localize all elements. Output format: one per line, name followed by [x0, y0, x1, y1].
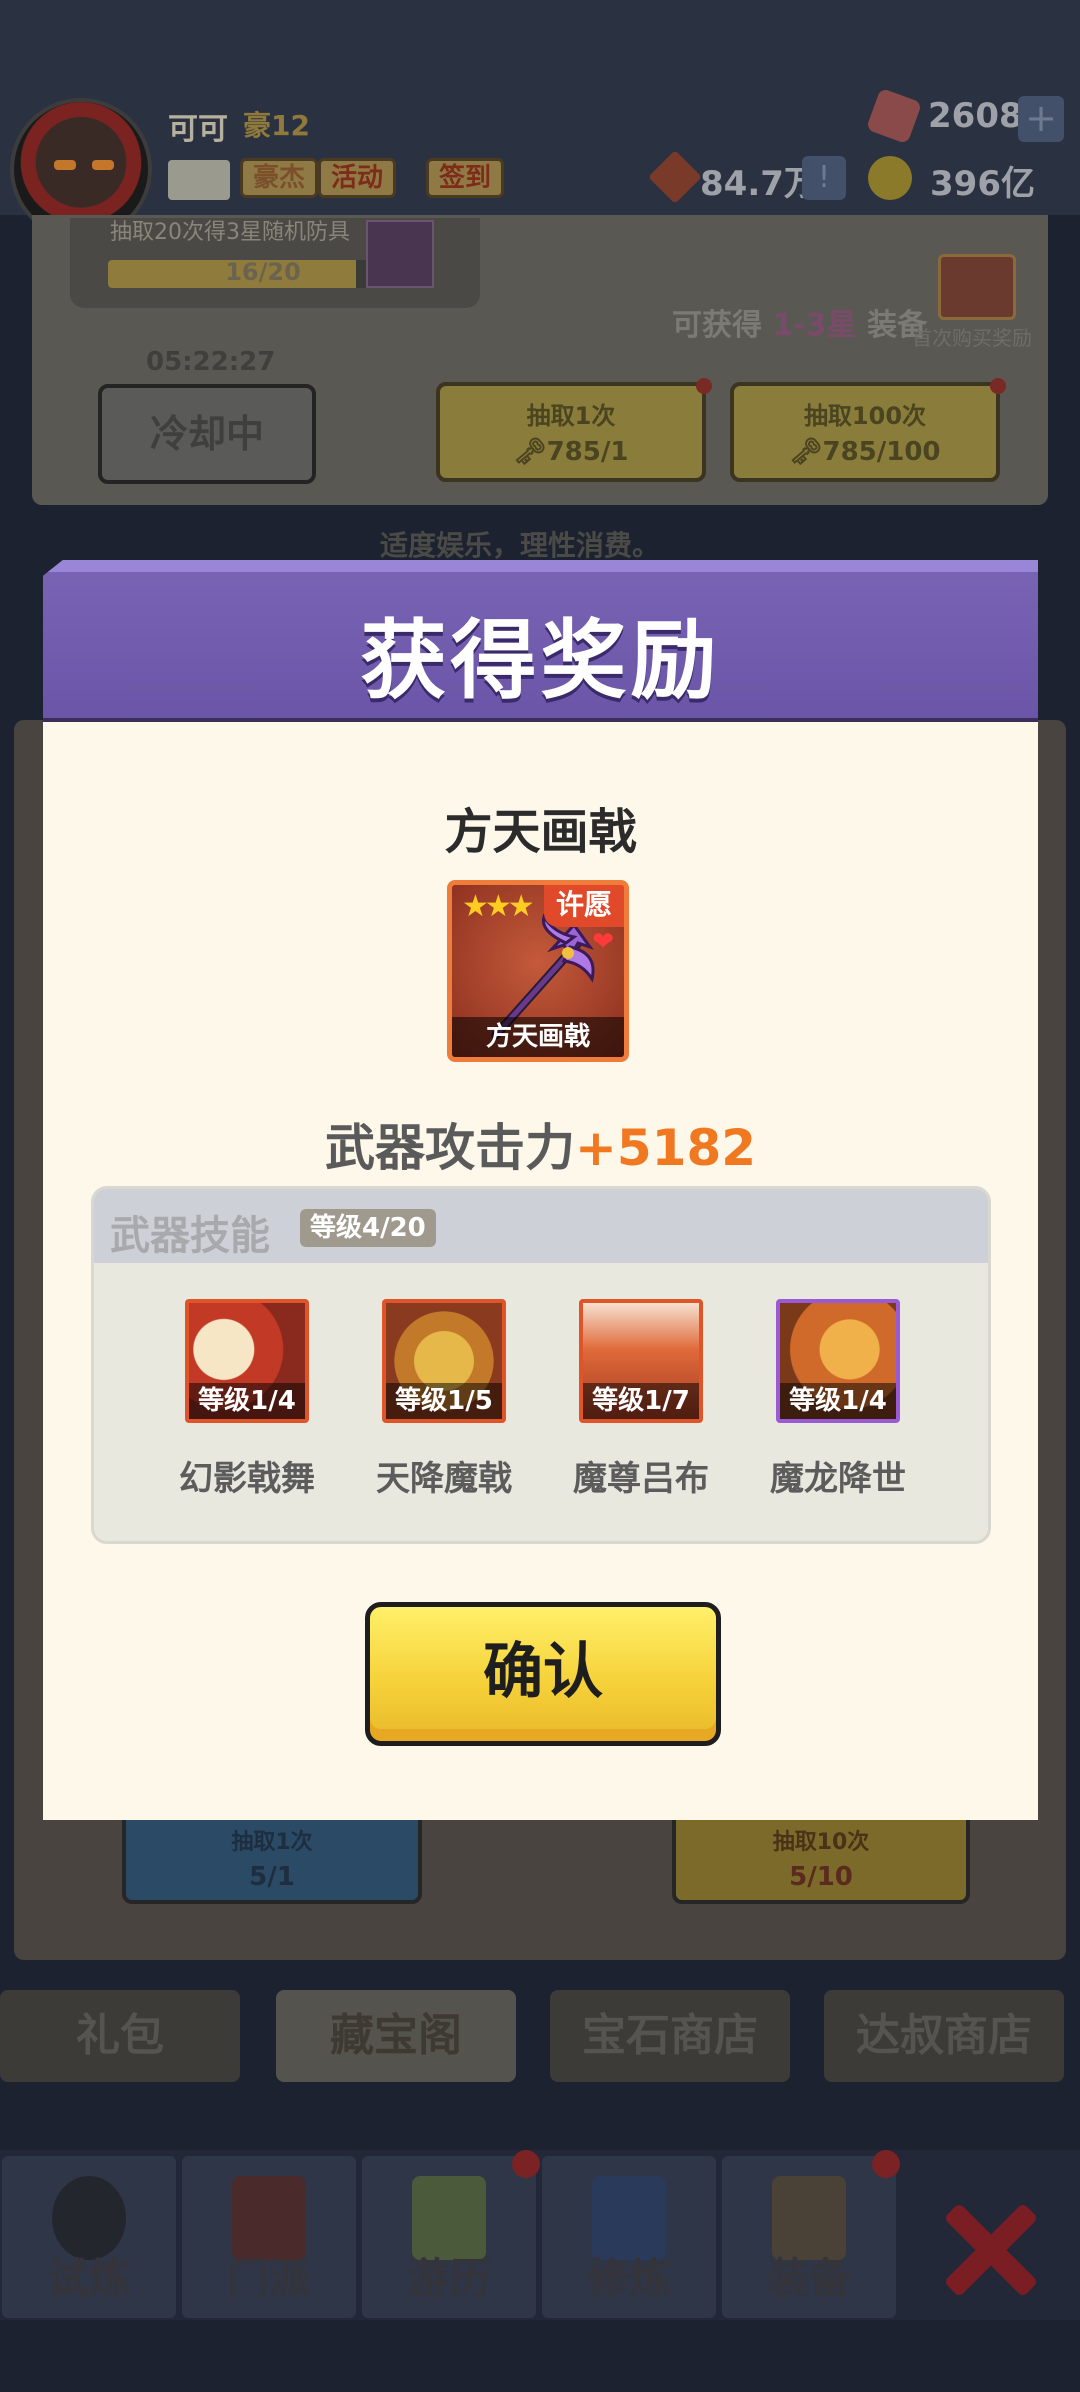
skill-name: 魔龙降世	[770, 1459, 906, 1499]
nav-trial[interactable]: 试炼	[2, 2156, 176, 2318]
gold-coin-icon	[868, 156, 912, 200]
obtain-prefix: 可获得	[672, 308, 773, 343]
progress-label: 抽取20次得3星随机防具	[110, 220, 350, 245]
attack-bonus: +5182	[574, 1119, 757, 1177]
skill-level: 等级1/4	[189, 1383, 305, 1419]
lower-draw-one-button[interactable]: 抽取1次 5/1	[122, 1808, 422, 1904]
cooldown-timer: 05:22:27	[146, 347, 276, 377]
notification-dot	[512, 2150, 540, 2178]
lower-draw-one-cost: 5/1	[249, 1862, 295, 1892]
obtain-star-range: 1-3星	[772, 308, 857, 343]
attack-stat: 武器攻击力+5182	[43, 1108, 1038, 1180]
skill-name: 魔尊吕布	[573, 1459, 709, 1499]
draw-one-cost: 🗝785/1	[513, 437, 629, 467]
modal-title: 获得奖励	[360, 611, 721, 711]
obtain-text: 可获得 1-3星 装备	[672, 300, 927, 344]
skill-item[interactable]: 等级1/7 魔尊吕布	[556, 1299, 726, 1500]
nav-equipment[interactable]: 装备	[722, 2150, 900, 2318]
draw-hundred-label: 抽取100次	[803, 402, 927, 430]
power-value: 84.7万	[700, 164, 818, 204]
player-name: 可可	[168, 112, 228, 147]
cooldown-button[interactable]: 冷却中	[98, 384, 316, 484]
item-card[interactable]: ★★★ 许愿 ❤ 方天画戟	[447, 880, 629, 1062]
lower-draw-ten-button[interactable]: 抽取10次 5/10	[672, 1808, 970, 1904]
skills-header: 武器技能 等级4/20	[94, 1189, 988, 1263]
attack-label: 武器攻击力	[324, 1119, 575, 1177]
skill-level: 等级1/7	[583, 1383, 699, 1419]
modal-header: 获得奖励	[43, 560, 1038, 718]
gem-count: 2608	[928, 96, 1023, 136]
nav-travel[interactable]: 游历	[362, 2150, 540, 2318]
skill-descending-halberd-icon: 等级1/5	[382, 1299, 506, 1423]
wish-tag[interactable]: 许愿	[544, 885, 624, 927]
player-rank: 豪12	[243, 109, 310, 142]
avatar-eye	[92, 160, 114, 170]
skills-title: 武器技能	[110, 1213, 270, 1259]
nav-travel-label: 游历	[406, 2254, 491, 2303]
skill-item[interactable]: 等级1/5 天降魔戟	[359, 1299, 529, 1500]
checkin-button[interactable]: 签到	[426, 158, 505, 198]
nav-cultivate-label: 修炼	[586, 2254, 671, 2303]
tab-gem-shop[interactable]: 宝石商店	[550, 1990, 790, 2082]
item-card-label: 方天画戟	[452, 1017, 624, 1057]
nav-sect[interactable]: 门派	[182, 2156, 356, 2318]
lower-draw-ten-cost: 5/10	[789, 1862, 853, 1892]
tab-treasure-pavilion[interactable]: 藏宝阁	[276, 1990, 516, 2082]
skill-level: 等级1/4	[780, 1383, 896, 1419]
first-purchase-reward-label: 首次购买奖励	[912, 326, 1032, 350]
skill-phantom-dance-icon: 等级1/4	[185, 1299, 309, 1423]
nav-equipment-label: 装备	[766, 2254, 851, 2303]
item-name: 方天画戟	[444, 804, 637, 860]
weapon-skills-panel: 武器技能 等级4/20 等级1/4 幻影戟舞 等级1/5 天降魔戟 等级1/7 …	[91, 1186, 991, 1544]
skill-demon-lubu-icon: 等级1/7	[579, 1299, 703, 1423]
mystery-reward-icon[interactable]	[366, 220, 434, 288]
draw-one-label: 抽取1次	[526, 402, 616, 430]
notification-dot	[872, 2150, 900, 2178]
skill-level: 等级1/5	[386, 1383, 502, 1419]
notification-dot	[990, 378, 1006, 394]
skill-name: 天降魔戟	[376, 1459, 512, 1499]
close-icon[interactable]	[940, 2200, 1040, 2300]
add-gems-button[interactable]: +	[1018, 96, 1064, 142]
power-info-button[interactable]: !	[802, 156, 846, 200]
hero-button[interactable]: 豪杰	[240, 158, 319, 198]
nav-trial-label: 试炼	[46, 2254, 131, 2303]
mail-icon[interactable]	[168, 160, 230, 200]
lower-draw-ten-label: 抽取10次	[772, 1830, 870, 1855]
heart-icon: ❤	[592, 927, 614, 957]
tab-dashu-shop[interactable]: 达叔商店	[824, 1990, 1064, 2082]
reward-modal: 获得奖励 方天画戟 ★★★ 许愿 ❤ 方天画戟 武器攻击力+5182 武器技能 …	[43, 560, 1038, 1820]
nav-sect-label: 门派	[226, 2254, 311, 2303]
skills-level-badge: 等级4/20	[300, 1209, 436, 1247]
gold-count: 396亿	[930, 164, 1035, 204]
skill-item[interactable]: 等级1/4 幻影戟舞	[162, 1299, 332, 1500]
bottom-nav: 试炼 门派 游历 修炼 装备	[0, 2150, 1080, 2320]
tab-gift-pack[interactable]: 礼包	[0, 1990, 240, 2082]
slogan: 适度娱乐，理性消费。	[380, 529, 661, 562]
activity-button[interactable]: 活动	[318, 158, 397, 198]
skill-name: 幻影戟舞	[179, 1459, 315, 1499]
avatar-eye	[54, 160, 76, 170]
skill-dragon-descent-icon: 等级1/4	[776, 1299, 900, 1423]
lower-draw-one-label: 抽取1次	[231, 1830, 313, 1855]
shop-tab-bar: 礼包 藏宝阁 宝石商店 达叔商店	[0, 1990, 1080, 2086]
nav-cultivate[interactable]: 修炼	[542, 2156, 716, 2318]
star-rating-icon: ★★★	[462, 889, 535, 924]
notification-dot	[696, 378, 712, 394]
confirm-button[interactable]: 确认	[365, 1602, 721, 1746]
draw-hundred-button[interactable]: 抽取100次 🗝785/100	[730, 382, 1000, 482]
skill-item[interactable]: 等级1/4 魔龙降世	[753, 1299, 923, 1500]
draw-hundred-cost: 🗝785/100	[789, 437, 941, 467]
draw-one-button[interactable]: 抽取1次 🗝785/1	[436, 382, 706, 482]
treasure-chest-icon[interactable]	[938, 254, 1016, 320]
